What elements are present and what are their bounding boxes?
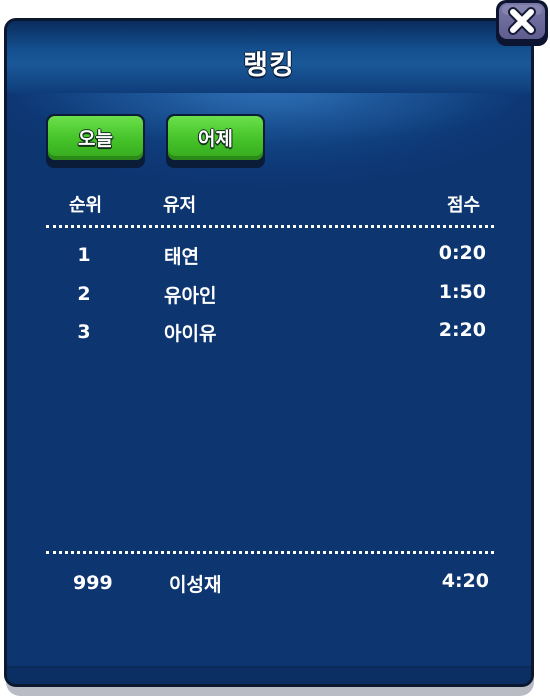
tab-today-button[interactable]: 오늘 xyxy=(46,114,145,168)
row-score: 1:50 xyxy=(438,281,486,303)
row-rank: 1 xyxy=(77,244,91,266)
tab-yesterday-button[interactable]: 어제 xyxy=(166,114,265,168)
my-score: 4:20 xyxy=(441,570,489,592)
row-user: 유아인 xyxy=(164,285,217,307)
tab-yesterday-label: 어제 xyxy=(198,128,233,150)
column-header-score: 점수 xyxy=(447,195,481,216)
header-divider xyxy=(46,225,494,228)
column-header-user: 유저 xyxy=(163,195,197,216)
row-user: 태연 xyxy=(164,246,199,268)
ranking-panel: 랭킹 오늘 어제 순위 유저 점수 1 태연 0:20 2 유아인 1:50 3… xyxy=(4,18,534,687)
tab-today-label: 오늘 xyxy=(78,128,113,150)
row-user: 아이유 xyxy=(164,323,217,345)
row-rank: 2 xyxy=(77,283,91,305)
column-header-rank: 순위 xyxy=(69,195,103,216)
panel-bottom-band xyxy=(7,666,531,684)
close-button[interactable] xyxy=(496,0,548,46)
my-user: 이성재 xyxy=(169,574,222,596)
row-score: 0:20 xyxy=(438,242,486,264)
popup-title: 랭킹 xyxy=(243,50,295,81)
ranking-popup: 랭킹 오늘 어제 순위 유저 점수 1 태연 0:20 2 유아인 1:50 3… xyxy=(0,0,550,697)
row-rank: 3 xyxy=(77,321,91,343)
close-x-icon xyxy=(508,7,536,35)
footer-divider xyxy=(46,551,494,554)
my-rank: 999 xyxy=(73,572,113,594)
row-score: 2:20 xyxy=(438,319,486,341)
